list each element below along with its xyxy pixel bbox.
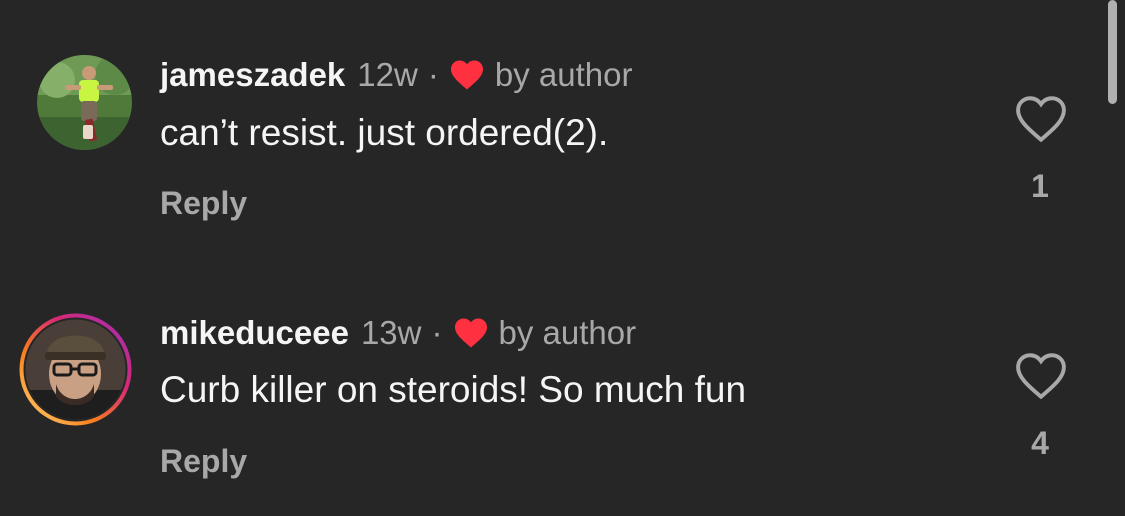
scrollbar[interactable] (1108, 0, 1117, 104)
author-liked-heart-icon (453, 317, 489, 349)
separator: · (431, 314, 443, 351)
like-button[interactable] (1014, 352, 1068, 400)
username[interactable]: mikeduceee (160, 314, 349, 352)
avatar[interactable] (18, 312, 133, 427)
like-count: 4 (1031, 425, 1049, 461)
comment-item: mikeduceee 13w · by author Curb killer o… (0, 0, 1100, 516)
by-author-label: by author (498, 314, 637, 351)
comments-panel: jameszadek 12w · by author can’t resist.… (0, 0, 1125, 516)
timestamp: 13w (360, 314, 422, 351)
comment-meta: mikeduceee 13w · by author (160, 313, 636, 353)
reply-button[interactable]: Reply (160, 443, 247, 480)
comment-text: Curb killer on steroids! So much fun (160, 369, 747, 410)
heart-outline-icon (1016, 353, 1066, 400)
profile-photo-with-story-ring-icon (19, 313, 132, 426)
